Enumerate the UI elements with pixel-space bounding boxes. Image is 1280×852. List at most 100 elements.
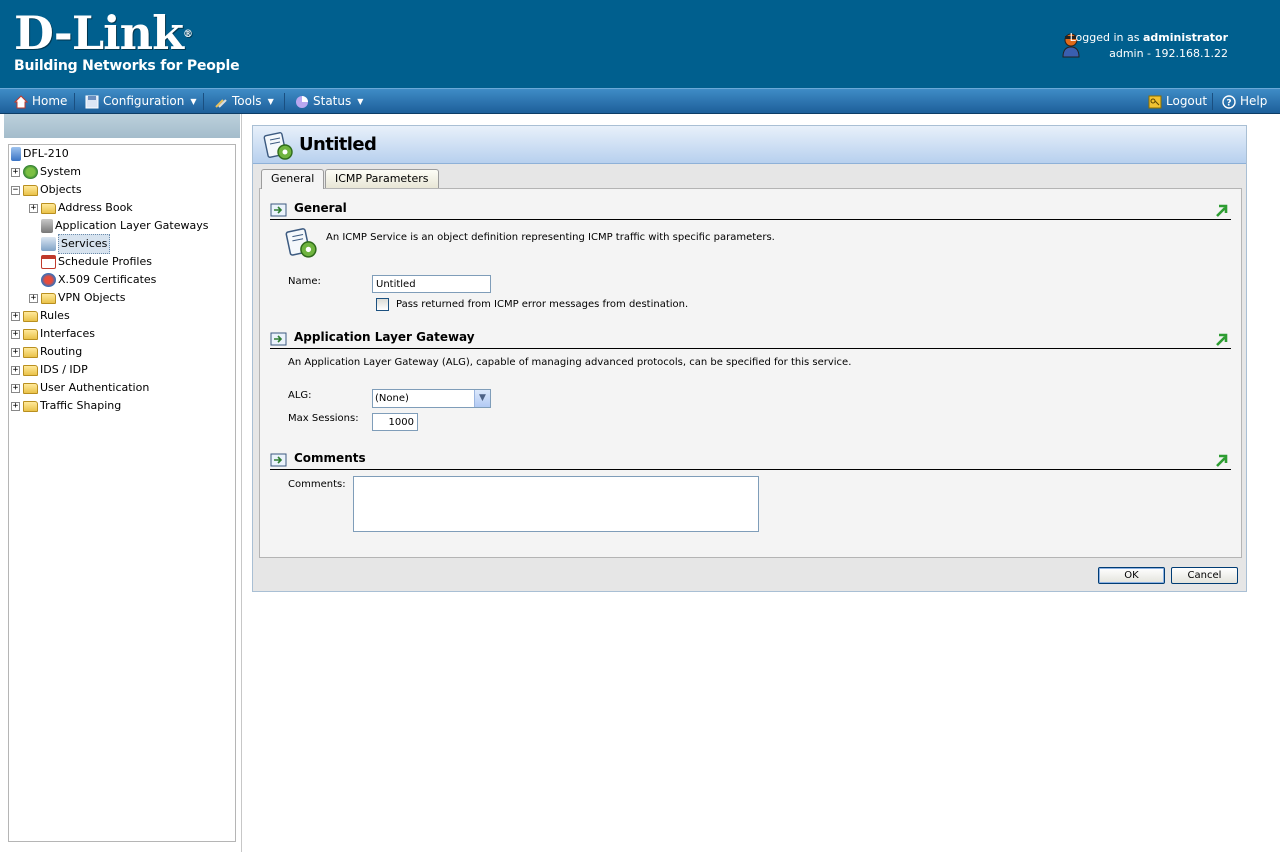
expand-plus-icon[interactable]: +: [11, 401, 20, 411]
name-label: Name:: [288, 276, 321, 287]
pass-returned-checkbox[interactable]: [376, 298, 389, 311]
gear-icon: [23, 165, 38, 179]
collapse-arrow-icon[interactable]: [1214, 452, 1228, 468]
tree-item-traffic-shaping[interactable]: + Traffic Shaping: [11, 397, 121, 415]
tree-item-label: IDS / IDP: [40, 363, 88, 376]
logo-registered-mark: ®: [182, 29, 193, 40]
tree-item-label: VPN Objects: [58, 291, 126, 304]
collapse-minus-icon[interactable]: −: [11, 185, 20, 195]
tree-item-label: Schedule Profiles: [58, 255, 152, 268]
help-icon: ?: [1222, 94, 1236, 109]
alg-description: An Application Layer Gateway (ALG), capa…: [288, 357, 852, 368]
user-info: Logged in as administrator admin - 192.1…: [1070, 30, 1228, 62]
address-book-folder-icon: [41, 202, 56, 214]
logged-in-user: administrator: [1142, 31, 1228, 44]
tree-item-rules[interactable]: + Rules: [11, 307, 70, 325]
tree-item-label: Rules: [40, 309, 70, 322]
tools-label: Tools: [232, 94, 262, 108]
tab-panel-general: General An ICMP Service is an object def…: [259, 188, 1242, 558]
status-menu[interactable]: Status ▼: [295, 89, 363, 114]
tab-icmp-parameters[interactable]: ICMP Parameters: [325, 169, 439, 188]
configuration-label: Configuration: [103, 94, 185, 108]
key-icon: [1148, 95, 1162, 108]
section-arrow-icon: [270, 332, 287, 346]
routing-folder-icon: [23, 346, 38, 358]
home-menu[interactable]: Home: [14, 89, 67, 114]
expand-plus-icon[interactable]: +: [29, 203, 38, 213]
logo-main-text: D-Link: [14, 6, 184, 60]
home-label: Home: [32, 94, 68, 108]
ok-button[interactable]: OK: [1098, 567, 1165, 584]
help-button[interactable]: ? Help: [1222, 89, 1267, 114]
tree-item-address-book[interactable]: + Address Book: [29, 199, 133, 217]
tree-item-label: DFL-210: [23, 147, 69, 160]
navigation-tree: DFL-210 + System − Objects + Address Boo…: [8, 144, 236, 842]
dialog-title-bar: Untitled: [253, 126, 1246, 164]
tree-item-user-authentication[interactable]: + User Authentication: [11, 379, 149, 397]
tree-item-dfl-210[interactable]: DFL-210: [11, 145, 69, 163]
expand-plus-icon[interactable]: +: [29, 293, 38, 303]
expand-plus-icon[interactable]: +: [11, 347, 20, 357]
icmp-service-icon: [263, 132, 293, 160]
logout-button[interactable]: Logout: [1148, 89, 1207, 114]
expand-plus-icon[interactable]: +: [11, 383, 20, 393]
device-icon: [11, 147, 21, 161]
ids-idp-folder-icon: [23, 364, 38, 376]
tree-item-label: Traffic Shaping: [40, 399, 122, 412]
tools-menu[interactable]: Tools ▼: [214, 89, 274, 114]
expand-plus-icon[interactable]: +: [11, 311, 20, 321]
collapse-arrow-icon[interactable]: [1214, 331, 1228, 347]
certificate-icon: [41, 273, 56, 287]
tree-item-ids-idp[interactable]: + IDS / IDP: [11, 361, 88, 379]
tree-item-label: System: [40, 165, 82, 178]
max-sessions-input[interactable]: [372, 413, 418, 431]
comments-textarea[interactable]: [353, 476, 759, 532]
tree-item-services[interactable]: Services: [29, 234, 111, 254]
dlink-logo: D-Link® Building Networks for People: [14, 10, 240, 74]
collapse-arrow-icon[interactable]: [1214, 202, 1228, 218]
section-comments-header: Comments: [270, 450, 1231, 470]
page-title: Untitled: [299, 134, 377, 155]
max-sessions-label: Max Sessions:: [288, 413, 359, 424]
alg-select[interactable]: (None) ▼: [372, 389, 491, 408]
section-alg-title: Application Layer Gateway: [294, 330, 475, 344]
tab-general[interactable]: General: [261, 169, 325, 189]
svg-text:?: ?: [1226, 98, 1231, 108]
expand-plus-icon[interactable]: +: [11, 167, 20, 177]
tree-item-system[interactable]: + System: [11, 163, 81, 181]
icmp-service-large-icon: [285, 228, 317, 258]
section-general-title: General: [294, 201, 347, 215]
tree-item-label: User Authentication: [40, 381, 150, 394]
rules-folder-icon: [23, 310, 38, 322]
tree-item-label: Routing: [40, 345, 83, 358]
services-icon: [41, 237, 56, 251]
tools-icon: [215, 98, 227, 108]
tree-item-objects[interactable]: − Objects: [11, 181, 82, 199]
home-icon: [14, 94, 28, 108]
configuration-menu[interactable]: Configuration ▼: [85, 89, 197, 114]
section-alg-header: Application Layer Gateway: [270, 329, 1231, 349]
tree-item-routing[interactable]: + Routing: [11, 343, 82, 361]
expand-plus-icon[interactable]: +: [11, 365, 20, 375]
tree-item-interfaces[interactable]: + Interfaces: [11, 325, 95, 343]
dropdown-arrow-icon[interactable]: ▼: [474, 390, 490, 407]
folder-open-icon: [23, 184, 38, 196]
chevron-down-icon: ▼: [357, 97, 364, 106]
tree-item-schedule-profiles[interactable]: Schedule Profiles: [29, 253, 152, 271]
tree-item-label: Objects: [40, 183, 82, 196]
name-input[interactable]: [372, 275, 491, 293]
section-general-header: General: [270, 200, 1231, 220]
expand-plus-icon[interactable]: +: [11, 329, 20, 339]
tree-item-vpn-objects[interactable]: + VPN Objects: [29, 289, 125, 307]
status-label: Status: [313, 94, 352, 108]
tree-item-x509-certificates[interactable]: X.509 Certificates: [29, 271, 156, 289]
tree-item-label: X.509 Certificates: [58, 273, 157, 286]
section-comments-title: Comments: [294, 451, 366, 465]
tree-item-label: Application Layer Gateways: [55, 219, 209, 232]
logout-label: Logout: [1166, 94, 1208, 108]
edit-service-dialog: Untitled General ICMP Parameters General…: [252, 125, 1247, 592]
chevron-down-icon: ▼: [267, 97, 274, 106]
tree-item-application-layer-gateways[interactable]: Application Layer Gateways: [29, 217, 208, 235]
cancel-button[interactable]: Cancel: [1171, 567, 1238, 584]
tree-item-label: Address Book: [58, 201, 133, 214]
